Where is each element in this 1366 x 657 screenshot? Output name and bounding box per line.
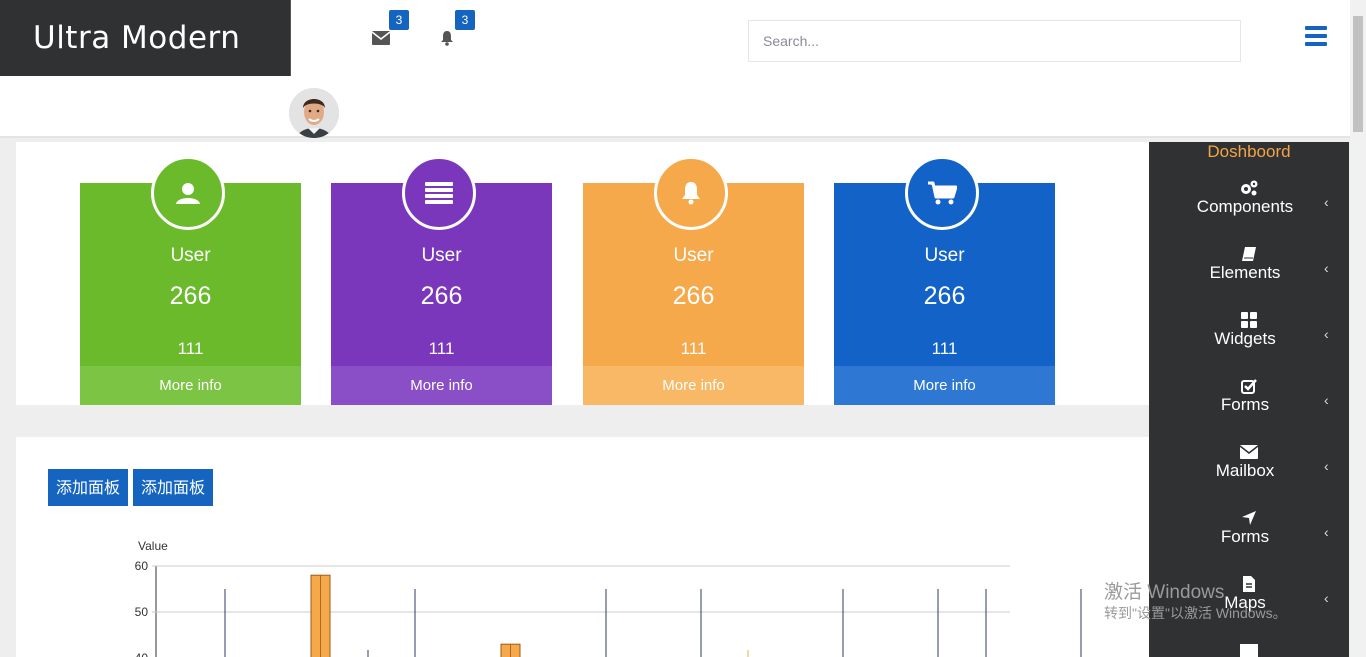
chevron-left-icon: ‹ — [1324, 260, 1329, 276]
chevron-left-icon: ‹ — [1324, 590, 1329, 606]
list-icon — [402, 156, 476, 230]
card-subvalue: 111 — [428, 339, 455, 358]
sidebar-item-label: Elements — [1209, 263, 1281, 282]
sidebar-item-label: Components — [1196, 197, 1294, 216]
sidebar-item-maps[interactable]: Maps ‹ — [1149, 575, 1349, 635]
hamburger-menu-icon[interactable] — [1305, 26, 1327, 46]
scrollbar-thumb[interactable] — [1353, 16, 1363, 132]
card-title: User — [924, 245, 965, 266]
stat-card-users: User 266 111 More info — [80, 156, 301, 405]
card-subvalue: 111 — [177, 339, 204, 358]
bar-chart: Value 40 50 60 — [135, 539, 1082, 657]
sidebar-item-widgets[interactable]: Widgets ‹ — [1149, 311, 1349, 371]
card-value: 266 — [923, 282, 966, 310]
chart-panel: 添加面板 添加面板 Value 40 50 60 — [16, 437, 1149, 657]
add-panel-button[interactable]: 添加面板 — [48, 469, 128, 506]
cart-icon — [905, 156, 979, 230]
sidebar-title[interactable]: Doshboord — [1149, 142, 1349, 162]
book-icon — [1239, 245, 1259, 263]
card-subvalue: 111 — [931, 339, 958, 358]
dashboard-page: Ultra Modern 3 3 Search... User 266 111 … — [0, 0, 1366, 657]
search-input[interactable] — [748, 20, 1241, 62]
stat-card-list: User 266 111 More info — [331, 156, 552, 405]
avatar[interactable] — [289, 88, 339, 138]
add-panel-button[interactable]: 添加面板 — [133, 469, 213, 506]
card-value: 266 — [420, 282, 463, 310]
card-subvalue: 111 — [680, 339, 707, 358]
stat-card-notifications: User 266 111 More info — [583, 156, 804, 405]
chevron-left-icon: ‹ — [1324, 458, 1329, 474]
gears-icon — [1239, 179, 1259, 197]
bell-icon[interactable] — [436, 27, 458, 49]
y-axis-label: Value — [138, 539, 168, 553]
card-title: User — [673, 245, 714, 266]
location-arrow-icon — [1239, 509, 1259, 527]
more-info-link[interactable]: More info — [80, 366, 301, 405]
card-value: 266 — [169, 282, 212, 310]
card-value: 266 — [672, 282, 715, 310]
sidebar-item-label: Widgets — [1214, 329, 1276, 348]
mail-icon[interactable] — [370, 27, 392, 49]
mail-badge: 3 — [389, 10, 409, 30]
page-scrollbar[interactable] — [1350, 0, 1366, 657]
sidebar-item-elements[interactable]: Elements ‹ — [1149, 245, 1349, 305]
chevron-left-icon: ‹ — [1324, 524, 1329, 540]
envelope-icon — [1239, 443, 1259, 461]
user-icon — [151, 156, 225, 230]
chevron-left-icon: ‹ — [1324, 194, 1329, 210]
card-title: User — [170, 245, 211, 266]
more-info-link[interactable]: More info — [583, 366, 804, 405]
more-info-link[interactable]: More info — [331, 366, 552, 405]
sidebar-item-mailbox[interactable]: Mailbox ‹ — [1149, 443, 1349, 503]
stat-cards-panel: User 266 111 More info User 266 111 More… — [16, 142, 1149, 405]
sidebar-item-label: Maps — [1224, 593, 1266, 612]
top-header: Ultra Modern 3 3 — [0, 0, 1350, 138]
sidebar-item-components[interactable]: Components ‹ — [1149, 179, 1349, 239]
map-icon — [1239, 641, 1259, 657]
y-tick-label: 60 — [135, 559, 149, 573]
more-info-link[interactable]: More info — [834, 366, 1055, 405]
sidebar-item-label: Forms — [1220, 395, 1270, 414]
sidebar-item-label: Mailbox — [1215, 461, 1275, 480]
grid-icon — [1239, 311, 1259, 329]
chevron-left-icon: ‹ — [1324, 392, 1329, 408]
sidebar-item-forms[interactable]: Forms ‹ — [1149, 377, 1349, 437]
sidebar: Doshboord Components ‹ Elements ‹ Widget… — [1149, 142, 1349, 657]
file-icon — [1239, 575, 1259, 593]
card-title: User — [421, 245, 462, 266]
check-square-icon — [1239, 377, 1259, 395]
stat-card-cart: User 266 111 More info — [834, 156, 1055, 405]
chevron-left-icon: ‹ — [1324, 326, 1329, 342]
y-tick-label: 40 — [135, 651, 149, 657]
y-tick-label: 50 — [135, 605, 149, 619]
brand-logo[interactable]: Ultra Modern — [0, 0, 291, 76]
bell-icon — [654, 156, 728, 230]
bell-badge: 3 — [455, 10, 475, 30]
sidebar-item-forms-2[interactable]: Forms ‹ — [1149, 509, 1349, 569]
sidebar-item-label: Forms — [1220, 527, 1270, 546]
